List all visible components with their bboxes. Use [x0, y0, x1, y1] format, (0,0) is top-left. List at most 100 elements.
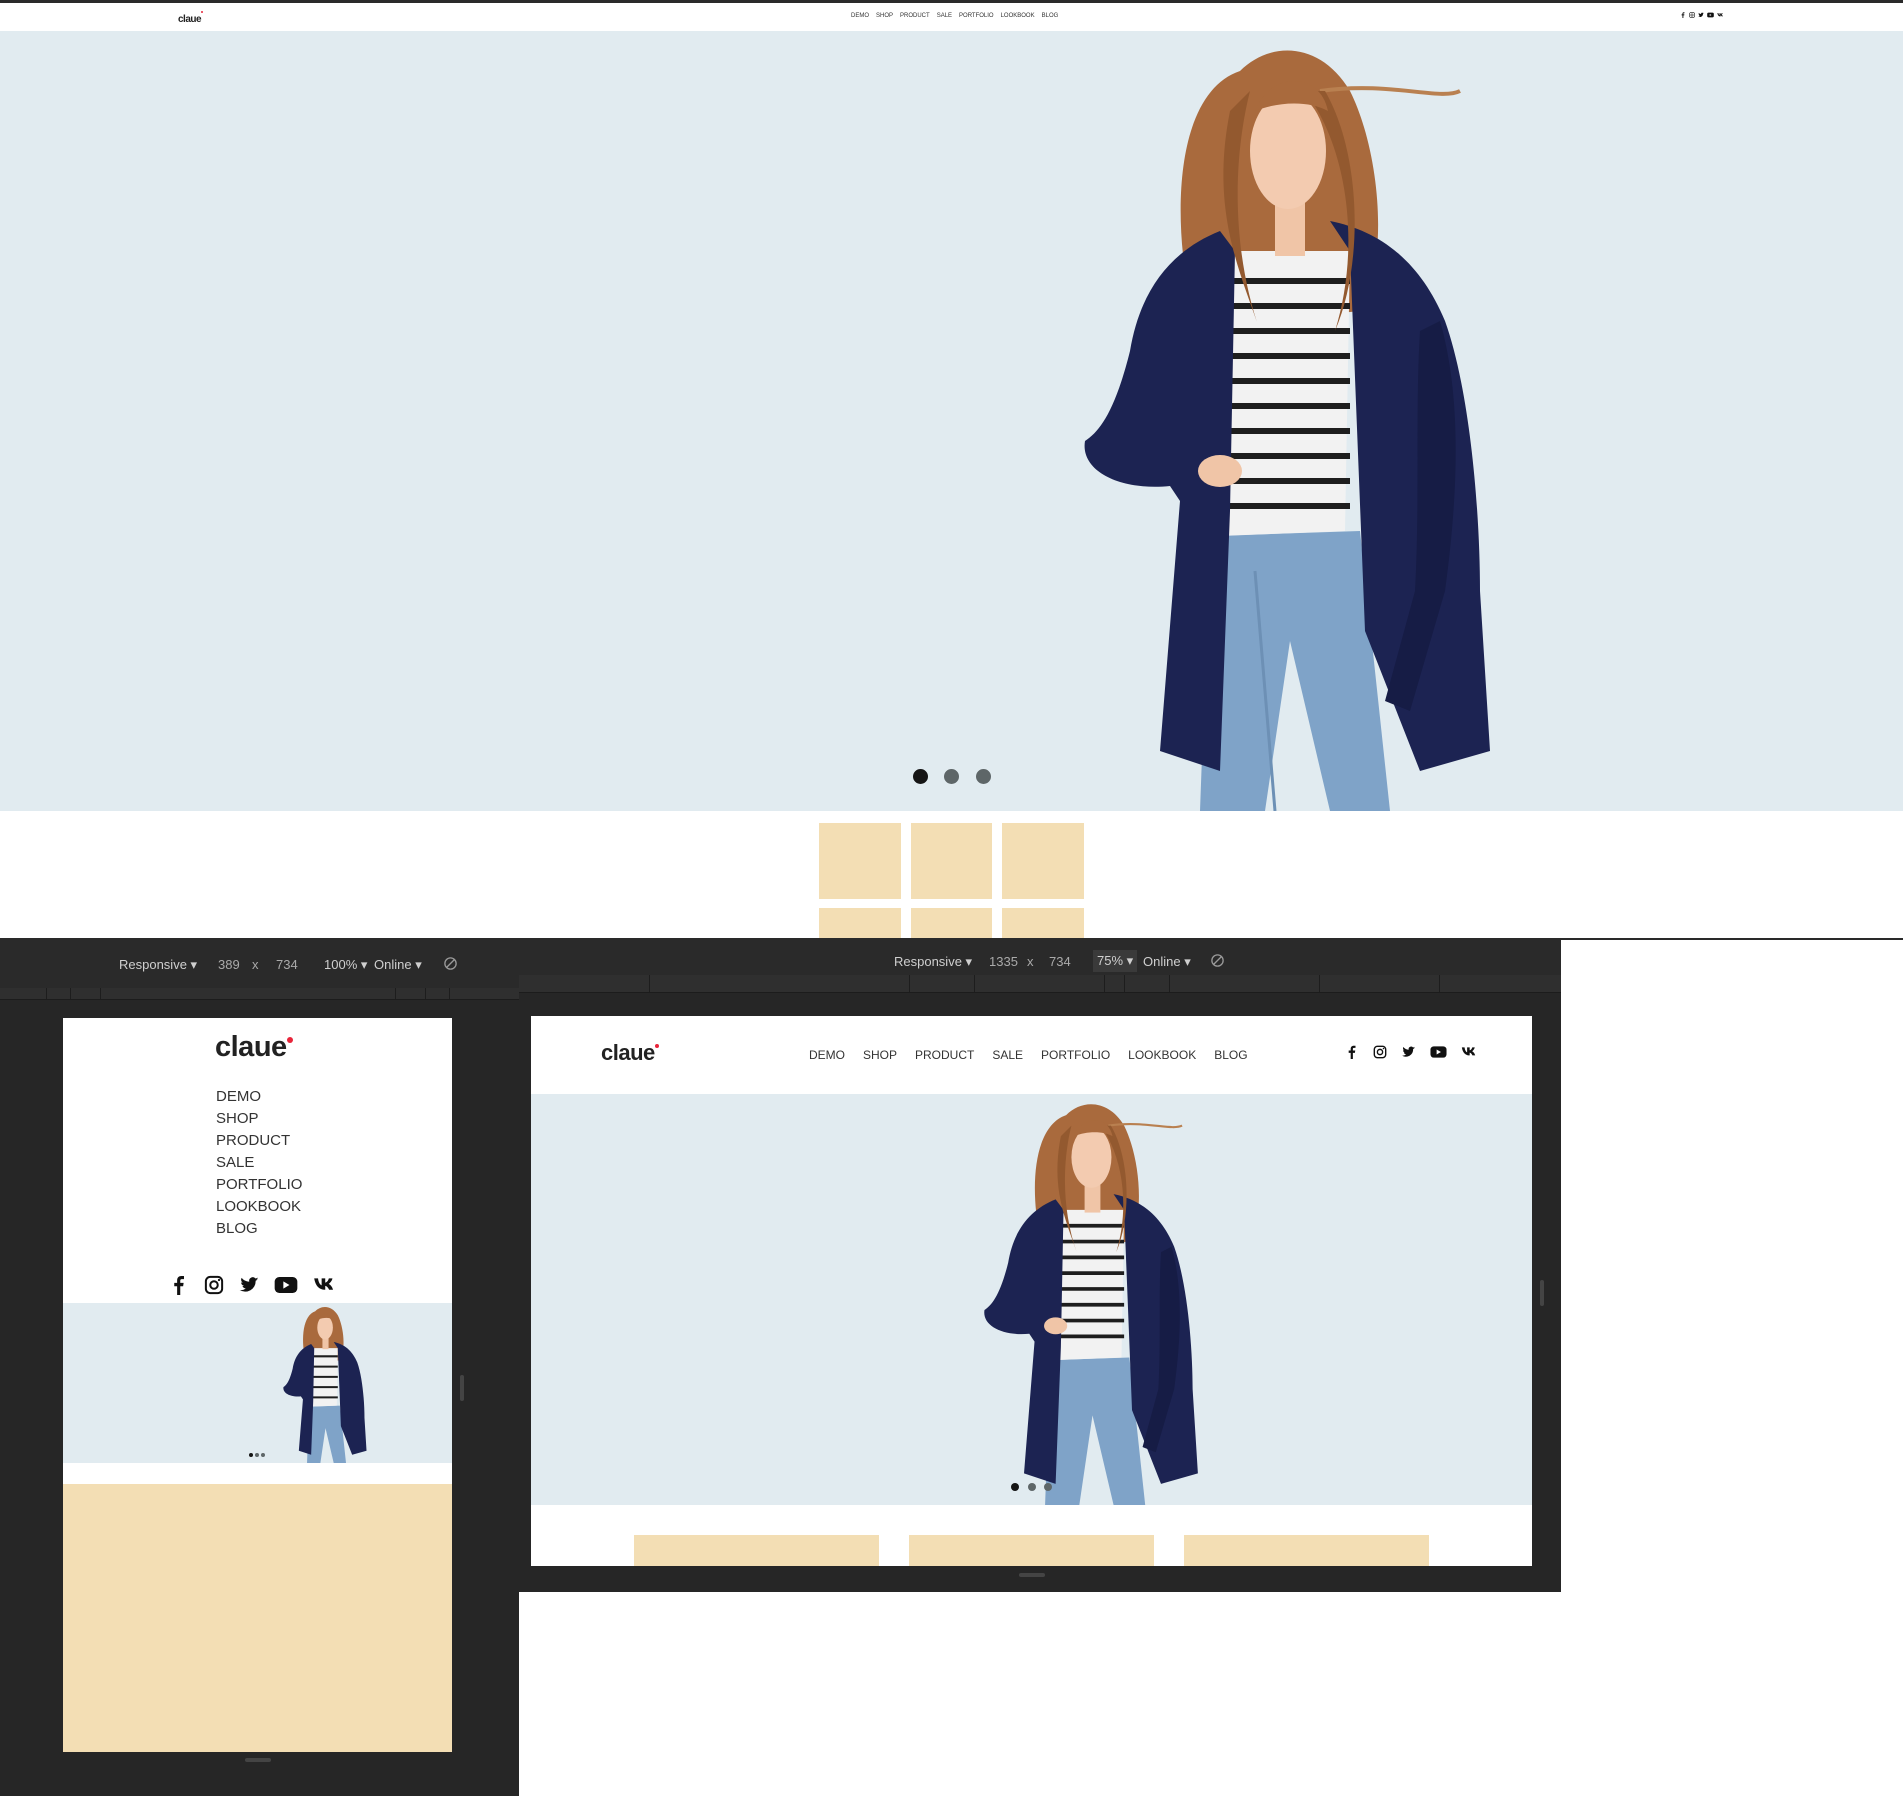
dimension-separator: x — [252, 957, 259, 972]
category-tile[interactable] — [63, 1484, 452, 1752]
logo-dot-icon — [201, 11, 204, 13]
nav-blog[interactable]: BLOG — [1214, 1048, 1247, 1062]
slider-dot-2[interactable] — [944, 769, 959, 784]
vk-icon[interactable] — [313, 1275, 337, 1295]
resize-handle-right[interactable] — [1540, 1280, 1544, 1306]
social-links — [169, 1275, 337, 1295]
twitter-icon[interactable] — [1401, 1045, 1416, 1059]
device-height-input[interactable]: 734 — [276, 957, 298, 972]
zoom-select[interactable]: 75% ▾ — [1093, 950, 1138, 972]
social-links — [1345, 1045, 1478, 1059]
facebook-icon[interactable] — [1680, 12, 1686, 18]
nav-portfolio[interactable]: PORTFOLIO — [216, 1176, 302, 1193]
slider-dot-1[interactable] — [913, 769, 928, 784]
instagram-icon[interactable] — [1373, 1045, 1387, 1059]
logo-dot-icon — [654, 1044, 659, 1048]
network-throttle-select[interactable]: Online ▾ — [1143, 954, 1191, 970]
media-query-ruler — [0, 988, 519, 1000]
model-photo — [283, 1307, 367, 1463]
nav-product[interactable]: PRODUCT — [915, 1048, 974, 1062]
nav-blog[interactable]: BLOG — [216, 1220, 302, 1237]
nav-lookbook[interactable]: LOOKBOOK — [216, 1198, 302, 1215]
nav-product[interactable]: PRODUCT — [216, 1132, 302, 1149]
nav-demo[interactable]: DEMO — [216, 1088, 302, 1105]
slider-dot-3[interactable] — [261, 1453, 265, 1457]
slider-dot-1[interactable] — [249, 1453, 253, 1457]
device-mode-select[interactable]: Responsive ▾ — [119, 957, 197, 973]
nav-sale[interactable]: SALE — [216, 1154, 302, 1171]
mobile-viewport: claue DEMO SHOP PRODUCT SALE PORTFOLIO L… — [63, 1018, 452, 1752]
twitter-icon[interactable] — [239, 1275, 259, 1295]
hero-slider — [531, 1094, 1532, 1505]
category-tile[interactable] — [819, 823, 901, 899]
model-photo — [984, 1104, 1198, 1505]
vk-icon[interactable] — [1717, 12, 1724, 18]
zoom-select[interactable]: 100% ▾ — [324, 957, 367, 973]
resize-handle-right[interactable] — [460, 1375, 464, 1401]
category-tile[interactable] — [911, 908, 992, 938]
mobile-nav: DEMO SHOP PRODUCT SALE PORTFOLIO LOOKBOO… — [216, 1088, 302, 1237]
instagram-icon[interactable] — [1689, 12, 1695, 18]
twitter-icon[interactable] — [1698, 12, 1704, 18]
hero-slider — [0, 31, 1903, 811]
vk-icon[interactable] — [1461, 1045, 1478, 1059]
social-links — [1680, 12, 1724, 18]
logo-text: claue — [178, 14, 202, 25]
slider-dot-3[interactable] — [1044, 1483, 1052, 1491]
rotate-icon[interactable] — [443, 956, 458, 974]
nav-product[interactable]: PRODUCT — [900, 13, 930, 19]
nav-shop[interactable]: SHOP — [216, 1110, 302, 1127]
zoom-label: 75% — [1097, 953, 1124, 968]
mobile-device-toolbar: Responsive ▾ 389 x 734 100% ▾ Online ▾ — [0, 940, 519, 988]
network-label: Online — [374, 957, 412, 972]
zoom-label: 100% — [324, 957, 358, 972]
nav-shop[interactable]: SHOP — [863, 1048, 897, 1062]
youtube-icon[interactable] — [274, 1275, 298, 1295]
model-photo — [1084, 50, 1490, 811]
nav-blog[interactable]: BLOG — [1042, 13, 1059, 19]
network-throttle-select[interactable]: Online ▾ — [374, 957, 422, 973]
nav-sale[interactable]: SALE — [937, 13, 952, 19]
category-tile[interactable] — [634, 1535, 879, 1566]
device-mode-select[interactable]: Responsive ▾ — [894, 954, 972, 970]
dimension-separator: x — [1027, 954, 1034, 969]
nav-shop[interactable]: SHOP — [876, 13, 893, 19]
nav-demo[interactable]: DEMO — [809, 1048, 845, 1062]
nav-lookbook[interactable]: LOOKBOOK — [1001, 13, 1035, 19]
site-logo[interactable]: claue — [215, 1031, 293, 1064]
nav-sale[interactable]: SALE — [992, 1048, 1023, 1062]
category-tile[interactable] — [909, 1535, 1154, 1566]
category-tile[interactable] — [911, 823, 992, 899]
instagram-icon[interactable] — [204, 1275, 224, 1295]
slider-dot-2[interactable] — [1028, 1483, 1036, 1491]
hero-slider — [63, 1303, 452, 1463]
logo-text: claue — [215, 1031, 287, 1063]
site-logo[interactable]: claue — [178, 9, 204, 27]
tablet-viewport: claue DEMO SHOP PRODUCT SALE PORTFOLIO L… — [531, 1016, 1532, 1566]
rotate-icon[interactable] — [1210, 953, 1225, 971]
slider-dot-1[interactable] — [1011, 1483, 1019, 1491]
slider-dot-3[interactable] — [976, 769, 991, 784]
resize-handle-bottom[interactable] — [245, 1758, 271, 1762]
site-header: claue DEMO SHOP PRODUCT SALE PORTFOLIO L… — [0, 3, 1903, 31]
device-mode-label: Responsive — [119, 957, 187, 972]
nav-portfolio[interactable]: PORTFOLIO — [1041, 1048, 1110, 1062]
category-tile[interactable] — [1002, 908, 1084, 938]
youtube-icon[interactable] — [1430, 1045, 1447, 1059]
device-width-input[interactable]: 1335 — [989, 954, 1018, 969]
device-mode-label: Responsive — [894, 954, 962, 969]
site-logo[interactable]: claue — [601, 1040, 659, 1066]
nav-demo[interactable]: DEMO — [851, 13, 869, 19]
facebook-icon[interactable] — [1345, 1045, 1359, 1059]
device-height-input[interactable]: 734 — [1049, 954, 1071, 969]
youtube-icon[interactable] — [1707, 12, 1714, 18]
slider-dot-2[interactable] — [255, 1453, 259, 1457]
nav-portfolio[interactable]: PORTFOLIO — [959, 13, 994, 19]
facebook-icon[interactable] — [169, 1275, 189, 1295]
category-tile[interactable] — [1002, 823, 1084, 899]
device-width-input[interactable]: 389 — [218, 957, 240, 972]
category-tile[interactable] — [819, 908, 901, 938]
resize-handle-bottom[interactable] — [1019, 1573, 1045, 1577]
category-tile[interactable] — [1184, 1535, 1429, 1566]
nav-lookbook[interactable]: LOOKBOOK — [1128, 1048, 1196, 1062]
